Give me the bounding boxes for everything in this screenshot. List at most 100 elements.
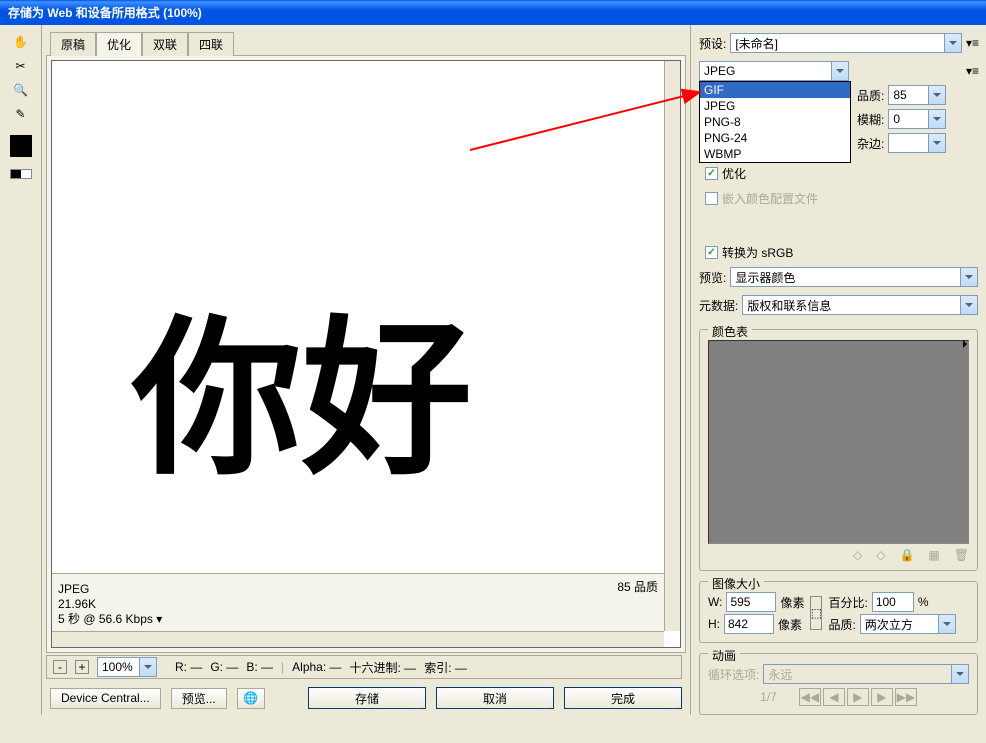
zoom-combo[interactable]: 100% (97, 657, 157, 677)
prev-frame-icon: ◀ (823, 688, 845, 706)
horizontal-scrollbar[interactable] (52, 631, 664, 647)
format-dropdown-list: GIF JPEG PNG-8 PNG-24 WBMP (699, 81, 851, 163)
preset-flyout-icon[interactable]: ▾≡ (966, 36, 978, 50)
animation-group: 动画 循环选项: 永远 1/7 ◀◀ ◀ ▶ ▶ ▶▶ (699, 653, 978, 715)
width-input[interactable] (726, 592, 776, 612)
next-frame-icon: ▶ (871, 688, 893, 706)
status-r: R: — (175, 660, 202, 674)
preview-quality-readout: 85 品质 (617, 578, 658, 609)
play-icon: ▶ (847, 688, 869, 706)
srgb-row[interactable]: 转换为 sRGB (705, 244, 978, 261)
zoom-minus-icon[interactable]: - (53, 660, 67, 674)
loop-combo: 永远 (763, 664, 969, 684)
first-frame-icon: ◀◀ (799, 688, 821, 706)
matte-combo[interactable] (888, 133, 946, 153)
preview-combo[interactable]: 显示器颜色 (730, 267, 978, 287)
window-titlebar: 存储为 Web 和设备所用格式 (100%) (0, 0, 986, 25)
h-label: H: (708, 617, 720, 631)
format-option-png24[interactable]: PNG-24 (700, 130, 850, 146)
color-table[interactable] (708, 340, 969, 544)
save-button[interactable]: 存储 (308, 687, 426, 709)
info-size: 21.96K (58, 597, 162, 612)
animation-title: 动画 (708, 647, 740, 664)
ct-trash-icon[interactable]: 🗑 (954, 548, 969, 562)
preview-button[interactable]: 预览... (171, 688, 227, 709)
settings-panel: 预设: [未命名] ▾≡ JPEG ▾≡ GIF JPEG PNG-8 PNG-… (690, 25, 986, 715)
height-input[interactable] (724, 614, 774, 634)
color-table-group: 颜色表 ◇ ◇ 🔒 ▦ 🗑 (699, 329, 978, 571)
window-title: 存储为 Web 和设备所用格式 (100%) (8, 4, 202, 21)
tab-optimized[interactable]: 优化 (96, 32, 142, 56)
matte-label: 杂边: (857, 135, 884, 152)
percent-input[interactable] (872, 592, 914, 612)
hand-tool-icon[interactable]: ✋ (8, 31, 33, 53)
status-g: G: — (210, 660, 238, 674)
optimize-checkbox-row[interactable]: 优化 (705, 165, 978, 182)
percent-symbol: % (918, 595, 929, 609)
loop-label: 循环选项: (708, 666, 759, 683)
color-table-title: 颜色表 (708, 323, 752, 340)
browser-preview-icon[interactable]: 🌐 (237, 688, 265, 709)
eyedropper-tool-icon[interactable]: ✎ (8, 103, 33, 125)
percent-label: 百分比: (828, 594, 867, 611)
optimize-checkbox[interactable] (705, 167, 718, 180)
embed-profile-checkbox (705, 192, 718, 205)
ct-icon-2[interactable]: ◇ (876, 548, 885, 562)
image-size-title: 图像大小 (708, 575, 764, 592)
quality-input[interactable]: 85 (888, 85, 946, 105)
format-option-jpeg[interactable]: JPEG (700, 98, 850, 114)
status-bar: - + 100% R: — G: — B: — | Alpha: — 十六进制:… (46, 655, 682, 679)
ct-icon-1[interactable]: ◇ (853, 548, 862, 562)
resample-quality-label: 品质: (828, 616, 855, 633)
cancel-button[interactable]: 取消 (436, 687, 554, 709)
format-combo[interactable]: JPEG (699, 61, 849, 81)
frame-counter: 1/7 (760, 690, 777, 704)
px-label-2: 像素 (778, 616, 802, 633)
blur-input[interactable]: 0 (888, 109, 946, 129)
canvas-frame: 你好 85 品质 JPEG 21.96K 5 秒 @ 56.6 Kbps ▾ (46, 55, 686, 653)
format-option-wbmp[interactable]: WBMP (700, 146, 850, 162)
left-toolbar: ✋ ✂ 🔍 ✎ (0, 25, 42, 715)
tab-4up[interactable]: 四联 (188, 32, 234, 56)
metadata-combo[interactable]: 版权和联系信息 (742, 295, 978, 315)
info-format: JPEG (58, 582, 162, 597)
preset-combo[interactable]: [未命名] (730, 33, 962, 53)
format-option-gif[interactable]: GIF (700, 82, 850, 98)
embed-profile-label: 嵌入颜色配置文件 (722, 190, 818, 207)
slice-tool-icon[interactable]: ✂ (8, 55, 33, 77)
srgb-label: 转换为 sRGB (722, 244, 793, 261)
toggle-swatch-icon[interactable] (10, 169, 32, 179)
zoom-plus-icon[interactable]: + (75, 660, 89, 674)
blur-label: 模糊: (857, 111, 884, 128)
zoom-tool-icon[interactable]: 🔍 (8, 79, 33, 101)
link-dimensions-icon[interactable]: ⬚ (810, 596, 822, 630)
status-b: B: — (246, 660, 273, 674)
device-central-button[interactable]: Device Central... (50, 688, 161, 709)
tab-original[interactable]: 原稿 (50, 32, 96, 56)
format-option-png8[interactable]: PNG-8 (700, 114, 850, 130)
image-size-group: 图像大小 W: 像素 H: 像素 ⬚ (699, 581, 978, 643)
info-menu-icon[interactable]: ▾ (156, 612, 162, 626)
preview-info: JPEG 21.96K 5 秒 @ 56.6 Kbps ▾ (58, 582, 162, 627)
canvas[interactable]: 你好 85 品质 JPEG 21.96K 5 秒 @ 56.6 Kbps ▾ (51, 60, 681, 648)
srgb-checkbox[interactable] (705, 246, 718, 259)
embed-profile-row: 嵌入颜色配置文件 (705, 190, 978, 207)
resample-combo[interactable]: 两次立方 (860, 614, 956, 634)
w-label: W: (708, 595, 722, 609)
color-swatch[interactable] (10, 135, 32, 157)
canvas-content-text: 你好 (132, 261, 472, 507)
preview-tabs: 原稿 优化 双联 四联 (50, 31, 686, 55)
tab-2up[interactable]: 双联 (142, 32, 188, 56)
color-table-flyout-icon[interactable] (963, 340, 971, 348)
px-label-1: 像素 (780, 594, 804, 611)
info-speed: 5 秒 @ 56.6 Kbps (58, 612, 153, 626)
vertical-scrollbar[interactable] (664, 61, 680, 631)
preview-label: 预览: (699, 269, 726, 286)
done-button[interactable]: 完成 (564, 687, 682, 709)
format-flyout-icon[interactable]: ▾≡ (966, 64, 978, 78)
status-hex: 十六进制: — (350, 659, 417, 676)
ct-icon-4[interactable]: ▦ (928, 548, 939, 562)
status-alpha: Alpha: — (292, 660, 341, 674)
last-frame-icon: ▶▶ (895, 688, 917, 706)
ct-lock-icon[interactable]: 🔒 (899, 548, 914, 562)
